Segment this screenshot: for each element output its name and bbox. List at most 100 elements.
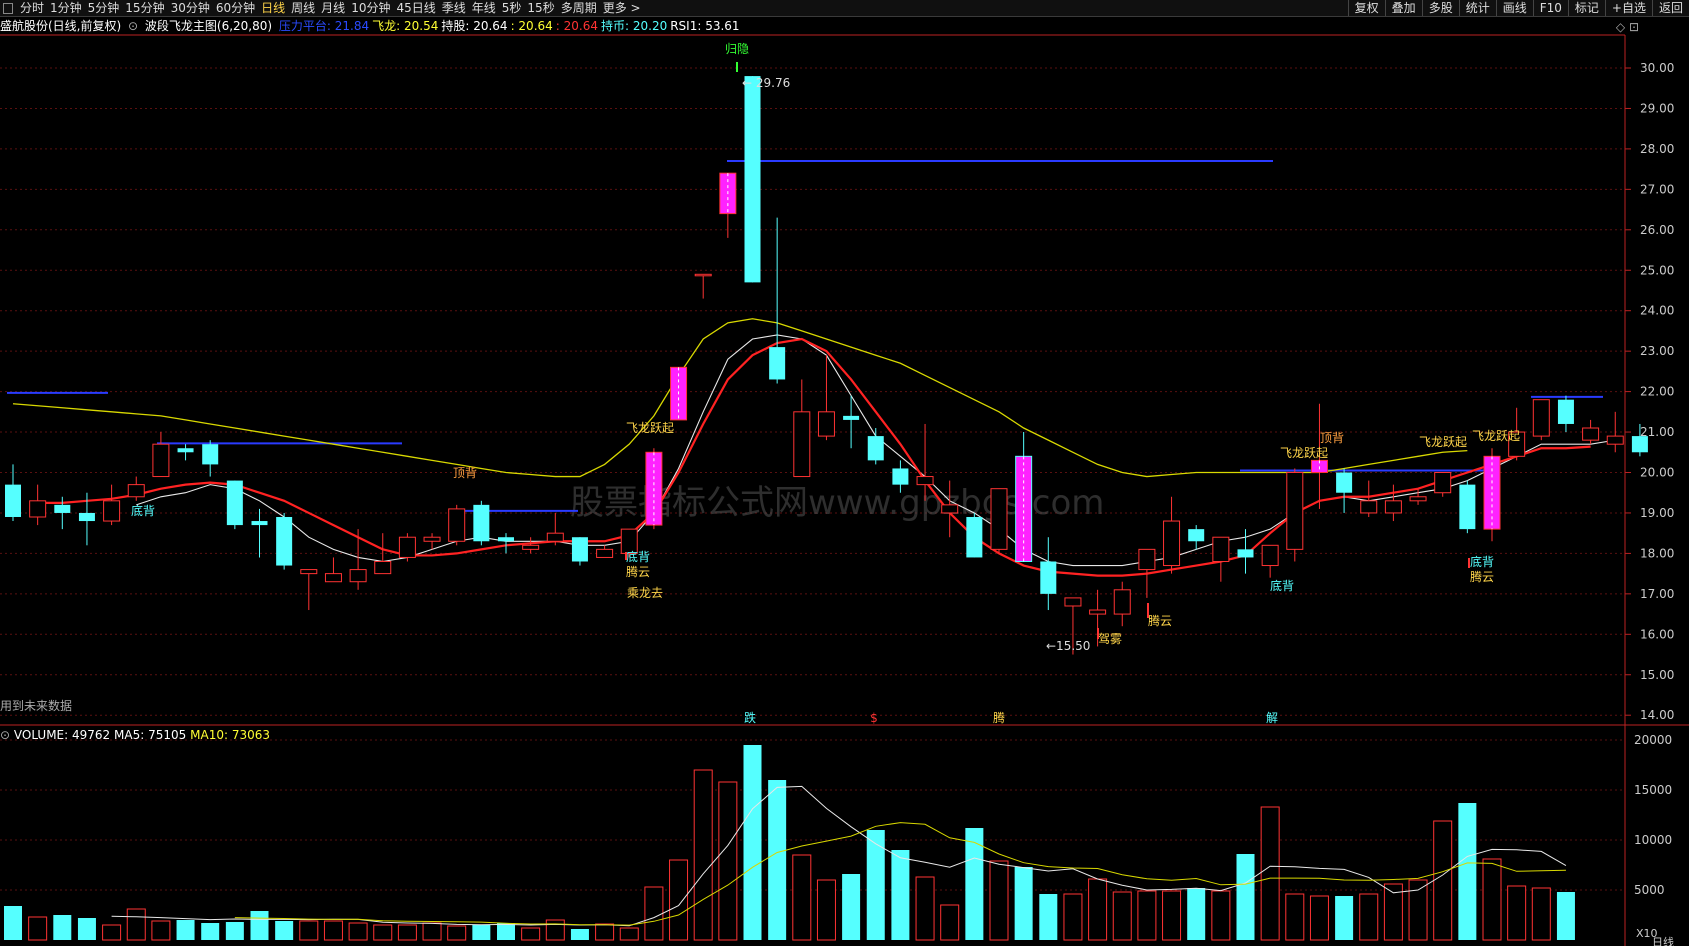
price-label: 24.00	[1640, 304, 1674, 318]
volume-bar	[866, 830, 885, 940]
right-button-3[interactable]: 统计	[1458, 0, 1496, 16]
volume-bar	[1309, 895, 1329, 941]
indicator-toggle-icon[interactable]: ⊙	[128, 19, 138, 33]
price-label: 20.00	[1640, 466, 1674, 480]
right-button-1[interactable]: 叠加	[1384, 0, 1422, 16]
candle-body	[1286, 472, 1304, 550]
tab-13[interactable]: 5秒	[499, 0, 525, 16]
tab-6[interactable]: 日线	[258, 0, 288, 16]
period-label: 日线	[1652, 935, 1674, 946]
tab-4[interactable]: 30分钟	[168, 0, 213, 16]
volume-bar	[1088, 878, 1108, 941]
signal-candle	[1483, 455, 1501, 530]
kline-chart[interactable]: 股票指标公式网www.gpzbgs.com 底背顶背飞龙跃起底背腾云乘龙去归隐驾…	[0, 0, 1689, 946]
volume-bar	[497, 923, 515, 940]
candle-body	[78, 512, 95, 522]
volume-bar	[1162, 890, 1182, 941]
volume-bar	[915, 876, 935, 941]
price-label: 19.00	[1640, 506, 1674, 520]
volume-bar	[940, 904, 960, 941]
menu-icon[interactable]	[3, 3, 13, 14]
candle-body	[694, 273, 712, 277]
ma5-label: MA5:	[114, 728, 145, 742]
candle-body	[103, 500, 121, 522]
volume-bar	[792, 854, 812, 941]
tab-1[interactable]: 1分钟	[47, 0, 85, 16]
candle-body	[54, 504, 71, 513]
volume-bar	[989, 860, 1009, 941]
collapse-icon[interactable]: ⊙	[0, 728, 10, 742]
volume-bar	[965, 828, 984, 940]
candle-body	[29, 500, 47, 518]
volume-bar	[250, 911, 269, 940]
price-label: 15.00	[1640, 668, 1674, 682]
tab-15[interactable]: 多周期	[558, 0, 600, 16]
candle-body	[1138, 548, 1156, 571]
bottom-signal-mark: 跌	[744, 710, 756, 725]
tab-2[interactable]: 5分钟	[85, 0, 123, 16]
candle-body	[990, 488, 1008, 550]
signal-label: 底背	[626, 549, 650, 564]
tab-9[interactable]: 10分钟	[348, 0, 393, 16]
tab-10[interactable]: 45日线	[393, 0, 438, 16]
tab-8[interactable]: 月线	[318, 0, 348, 16]
signal-label: 飞龙跃起	[1280, 446, 1328, 460]
volume-bar	[176, 920, 195, 940]
info-item-6: RSI1: 53.61	[670, 19, 740, 33]
price-label: 26.00	[1640, 223, 1674, 237]
volume-axis-label: 15000	[1634, 783, 1672, 797]
volume-bar	[816, 879, 836, 941]
signal-label: 腾云	[1148, 613, 1172, 628]
candle-body	[1163, 520, 1181, 567]
volume-bar	[1335, 896, 1354, 940]
period-toolbar: 分时 1分钟 5分钟 15分钟 30分钟 60分钟 日线 周线 月线 10分钟 45日线 季线 年线 5秒…	[0, 0, 1689, 17]
volume-bar	[521, 927, 541, 941]
volume-axis-label: 10000	[1634, 833, 1672, 847]
stock-title[interactable]: 盛航股份(日线,前复权)	[0, 19, 121, 33]
candle-body	[941, 504, 959, 514]
right-button-4[interactable]: 画线	[1495, 0, 1533, 16]
candle-body	[300, 569, 318, 575]
tab-14[interactable]: 15秒	[524, 0, 557, 16]
volume-info: ⊙ VOLUME: 49762 MA5: 75105 MA10: 73063	[0, 727, 270, 743]
panel-icons: ◇ ⊡	[1616, 20, 1639, 34]
right-button-8[interactable]: 返回	[1651, 0, 1689, 16]
volume-bar	[472, 925, 491, 940]
right-button-0[interactable]: 复权	[1347, 0, 1385, 16]
window-icon[interactable]: ⊡	[1629, 20, 1639, 34]
candle-body	[1237, 549, 1254, 558]
signal-candle	[1015, 455, 1033, 562]
volume-bar	[1112, 891, 1132, 941]
info-item-4: : 20.64	[555, 19, 598, 33]
volume-bar	[4, 906, 22, 940]
candle-body	[1336, 472, 1353, 493]
diamond-icon[interactable]: ◇	[1616, 20, 1625, 34]
price-label: 16.00	[1640, 627, 1674, 641]
volume-bar	[151, 920, 171, 941]
right-button-2[interactable]: 多股	[1421, 0, 1459, 16]
right-button-6[interactable]: 标记	[1567, 0, 1605, 16]
indicator-name[interactable]: 波段飞龙主图(6,20,80)	[145, 19, 272, 33]
tab-0[interactable]: 分时	[17, 0, 47, 16]
right-button-7[interactable]: +自选	[1604, 0, 1652, 16]
volume-bar	[644, 886, 664, 941]
tab-7[interactable]: 周线	[288, 0, 318, 16]
candle-body	[398, 536, 416, 558]
price-label: 30.00	[1640, 61, 1674, 75]
signal-label: 底背	[1270, 578, 1294, 593]
candle-body	[1384, 500, 1402, 514]
tab-16[interactable]: 更多 >	[600, 0, 644, 16]
tab-5[interactable]: 60分钟	[213, 0, 258, 16]
right-button-5[interactable]: F10	[1532, 0, 1568, 16]
tab-12[interactable]: 年线	[469, 0, 499, 16]
volume-bar	[447, 925, 467, 941]
price-label: 25.00	[1640, 263, 1674, 277]
tab-3[interactable]: 15分钟	[122, 0, 167, 16]
signal-label: 腾云	[1470, 569, 1494, 584]
volume-bar	[28, 916, 48, 941]
volume-bar	[768, 780, 787, 940]
tab-11[interactable]: 季线	[439, 0, 469, 16]
volume-bar	[1433, 820, 1453, 941]
candle-body	[916, 476, 934, 486]
volume-bar	[743, 745, 762, 940]
